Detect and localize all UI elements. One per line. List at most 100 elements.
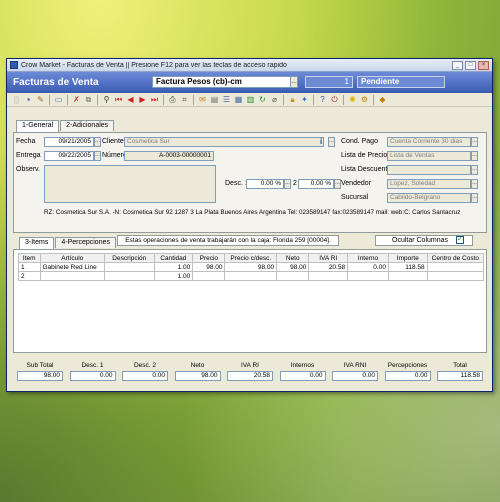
column-header[interactable]: Centro de Costo xyxy=(426,253,485,263)
cond-pago-field[interactable]: Cuenta Corriente 30 dias xyxy=(387,137,471,147)
documents-icon[interactable]: ▤ xyxy=(209,94,220,105)
lista-descuento-lookup-button[interactable]: … xyxy=(471,165,478,175)
desc1-spin-button[interactable]: … xyxy=(284,179,291,189)
cond-pago-lookup-button[interactable]: … xyxy=(471,137,478,147)
new-document-icon[interactable]: ▯ xyxy=(11,94,22,105)
info-icon[interactable]: i xyxy=(320,137,322,146)
table-row[interactable]: 1 Gabinete Red Line 1.00 98.00 98.00 98.00 20.… xyxy=(18,262,485,272)
grid-cell[interactable]: 98.00 xyxy=(192,262,226,272)
title-bar[interactable]: Crow Market - Facturas de Venta || Presi… xyxy=(7,59,492,72)
column-header[interactable]: Importe xyxy=(387,253,428,263)
grid-cell[interactable]: 1.00 xyxy=(153,262,194,272)
lock-icon[interactable]: 🔒︎ xyxy=(287,94,298,105)
email-icon[interactable]: ✉ xyxy=(197,94,208,105)
total-label: Total xyxy=(453,362,467,369)
navigate-icon[interactable]: ◆ xyxy=(377,94,388,105)
table-row[interactable]: 2 1.00 xyxy=(18,271,485,281)
cliente-lookup-button[interactable]: … xyxy=(328,137,335,147)
tab-adicionales[interactable]: 2-Adicionales xyxy=(60,120,115,131)
grid-cell[interactable] xyxy=(224,271,278,281)
tip-bulb-icon[interactable]: ✺ xyxy=(347,94,358,105)
observ-textarea[interactable] xyxy=(44,165,216,203)
fecha-calendar-button[interactable]: … xyxy=(94,137,101,147)
grid-cell[interactable] xyxy=(308,271,349,281)
column-header[interactable]: Interno xyxy=(347,253,389,263)
print-icon[interactable]: ⎙ xyxy=(167,94,178,105)
items-grid[interactable]: Item Artículo Descripción Cantidad Precio Pre… xyxy=(18,253,485,281)
previous-record-icon[interactable]: ◀ xyxy=(125,94,136,105)
grid-cell[interactable] xyxy=(104,262,155,272)
desc1-field[interactable]: 0.00 % xyxy=(246,179,284,189)
copy-icon[interactable]: ⧉ xyxy=(83,94,94,105)
column-header[interactable]: Item xyxy=(18,253,41,263)
first-record-icon[interactable]: ⏮ xyxy=(113,94,124,105)
grid-cell[interactable]: 20.58 xyxy=(308,262,349,272)
edit-icon[interactable]: ✎ xyxy=(35,94,46,105)
column-header[interactable]: Cantidad xyxy=(153,253,194,263)
exit-icon[interactable]: ⏻ xyxy=(329,94,340,105)
sucursal-field[interactable]: Cabildo-Belgrano xyxy=(387,193,471,203)
entrega-field[interactable]: 09/22/2005 xyxy=(44,151,94,161)
attach-icon[interactable]: ⌗ xyxy=(179,94,190,105)
column-header[interactable]: IVA RI xyxy=(308,253,349,263)
grid-cell[interactable] xyxy=(39,271,106,281)
grid-cell[interactable] xyxy=(347,271,389,281)
grid-cell[interactable] xyxy=(192,271,226,281)
column-header[interactable]: Descripción xyxy=(104,253,155,263)
document-type-field[interactable]: Factura Pesos (cb)-cm xyxy=(152,76,292,88)
help-icon[interactable]: ? xyxy=(317,94,328,105)
grid-cell[interactable]: 98.00 xyxy=(224,262,278,272)
grid-cell[interactable] xyxy=(276,271,310,281)
grid-cell[interactable]: 118.58 xyxy=(387,262,428,272)
close-button[interactable]: × xyxy=(478,60,489,70)
grid-cell[interactable]: 1.00 xyxy=(153,271,194,281)
lista-precios-lookup-button[interactable]: … xyxy=(471,151,478,161)
list-icon[interactable]: ☰ xyxy=(221,94,232,105)
cliente-field[interactable]: Cosmetica Sur xyxy=(124,137,324,147)
tab-percepciones[interactable]: 4-Percepciones xyxy=(55,237,116,248)
grid-cell[interactable]: 1 xyxy=(18,262,41,272)
tab-general[interactable]: 1-General xyxy=(16,120,60,132)
search-icon[interactable]: ⚲ xyxy=(101,94,112,105)
sucursal-lookup-button[interactable]: … xyxy=(471,193,478,203)
grid-cell[interactable]: Gabinete Red Line xyxy=(39,262,106,272)
entrega-calendar-button[interactable]: … xyxy=(94,151,101,161)
column-header[interactable]: Precio c/desc. xyxy=(224,253,278,263)
save-icon[interactable]: ▪ xyxy=(23,94,34,105)
lista-precios-field[interactable]: Lista de Ventas xyxy=(387,151,471,161)
grid-cell[interactable]: 98.00 xyxy=(276,262,310,272)
maximize-button[interactable]: □ xyxy=(465,60,476,70)
desc2-spin-button[interactable]: … xyxy=(334,179,341,189)
table-icon[interactable]: ▦ xyxy=(233,94,244,105)
vendedor-lookup-button[interactable]: … xyxy=(471,179,478,189)
minimize-button[interactable]: _ xyxy=(452,60,463,70)
delete-icon[interactable]: ✗ xyxy=(71,94,82,105)
grid-cell[interactable] xyxy=(387,271,428,281)
settings-icon[interactable]: ⚙ xyxy=(359,94,370,105)
document-type-lookup-button[interactable]: … xyxy=(290,76,298,88)
column-header[interactable]: Precio xyxy=(192,253,226,263)
column-header[interactable]: Neto xyxy=(276,253,310,263)
next-record-icon[interactable]: ▶ xyxy=(137,94,148,105)
fecha-field[interactable]: 09/21/2005 xyxy=(44,137,94,147)
cond-pago-label: Cond. Pago xyxy=(341,138,378,145)
grid-cell[interactable] xyxy=(426,271,485,281)
star-icon[interactable]: ✦ xyxy=(299,94,310,105)
ocultar-columnas-checkbox[interactable]: Ocultar Columnas ✓ xyxy=(375,235,473,246)
grid-cell[interactable] xyxy=(426,262,485,272)
tab-items[interactable]: 3-Items xyxy=(19,237,55,249)
vendedor-field[interactable]: Lopez, Soledad xyxy=(387,179,471,189)
grid-cell[interactable]: 2 xyxy=(18,271,41,281)
grid-cell[interactable] xyxy=(104,271,155,281)
form-icon[interactable]: ▭ xyxy=(53,94,64,105)
total-value: 0.00 xyxy=(384,371,431,381)
toolbar: ▯ ▪ ✎ ▭ ✗ ⧉ ⚲ ⏮ ◀ ▶ ⏭ ⎙ ⌗ ✉ ▤ ☰ ▦ ▥ ↻ ⌀ … xyxy=(7,93,492,107)
chart-icon[interactable]: ▥ xyxy=(245,94,256,105)
refresh-icon[interactable]: ↻ xyxy=(257,94,268,105)
last-record-icon[interactable]: ⏭ xyxy=(149,94,160,105)
desc2-field[interactable]: 0.00 % xyxy=(298,179,334,189)
lista-descuento-field[interactable] xyxy=(387,165,471,175)
column-header[interactable]: Artículo xyxy=(39,253,106,263)
grid-cell[interactable]: 0.00 xyxy=(347,262,389,272)
tag-icon[interactable]: ⌀ xyxy=(269,94,280,105)
